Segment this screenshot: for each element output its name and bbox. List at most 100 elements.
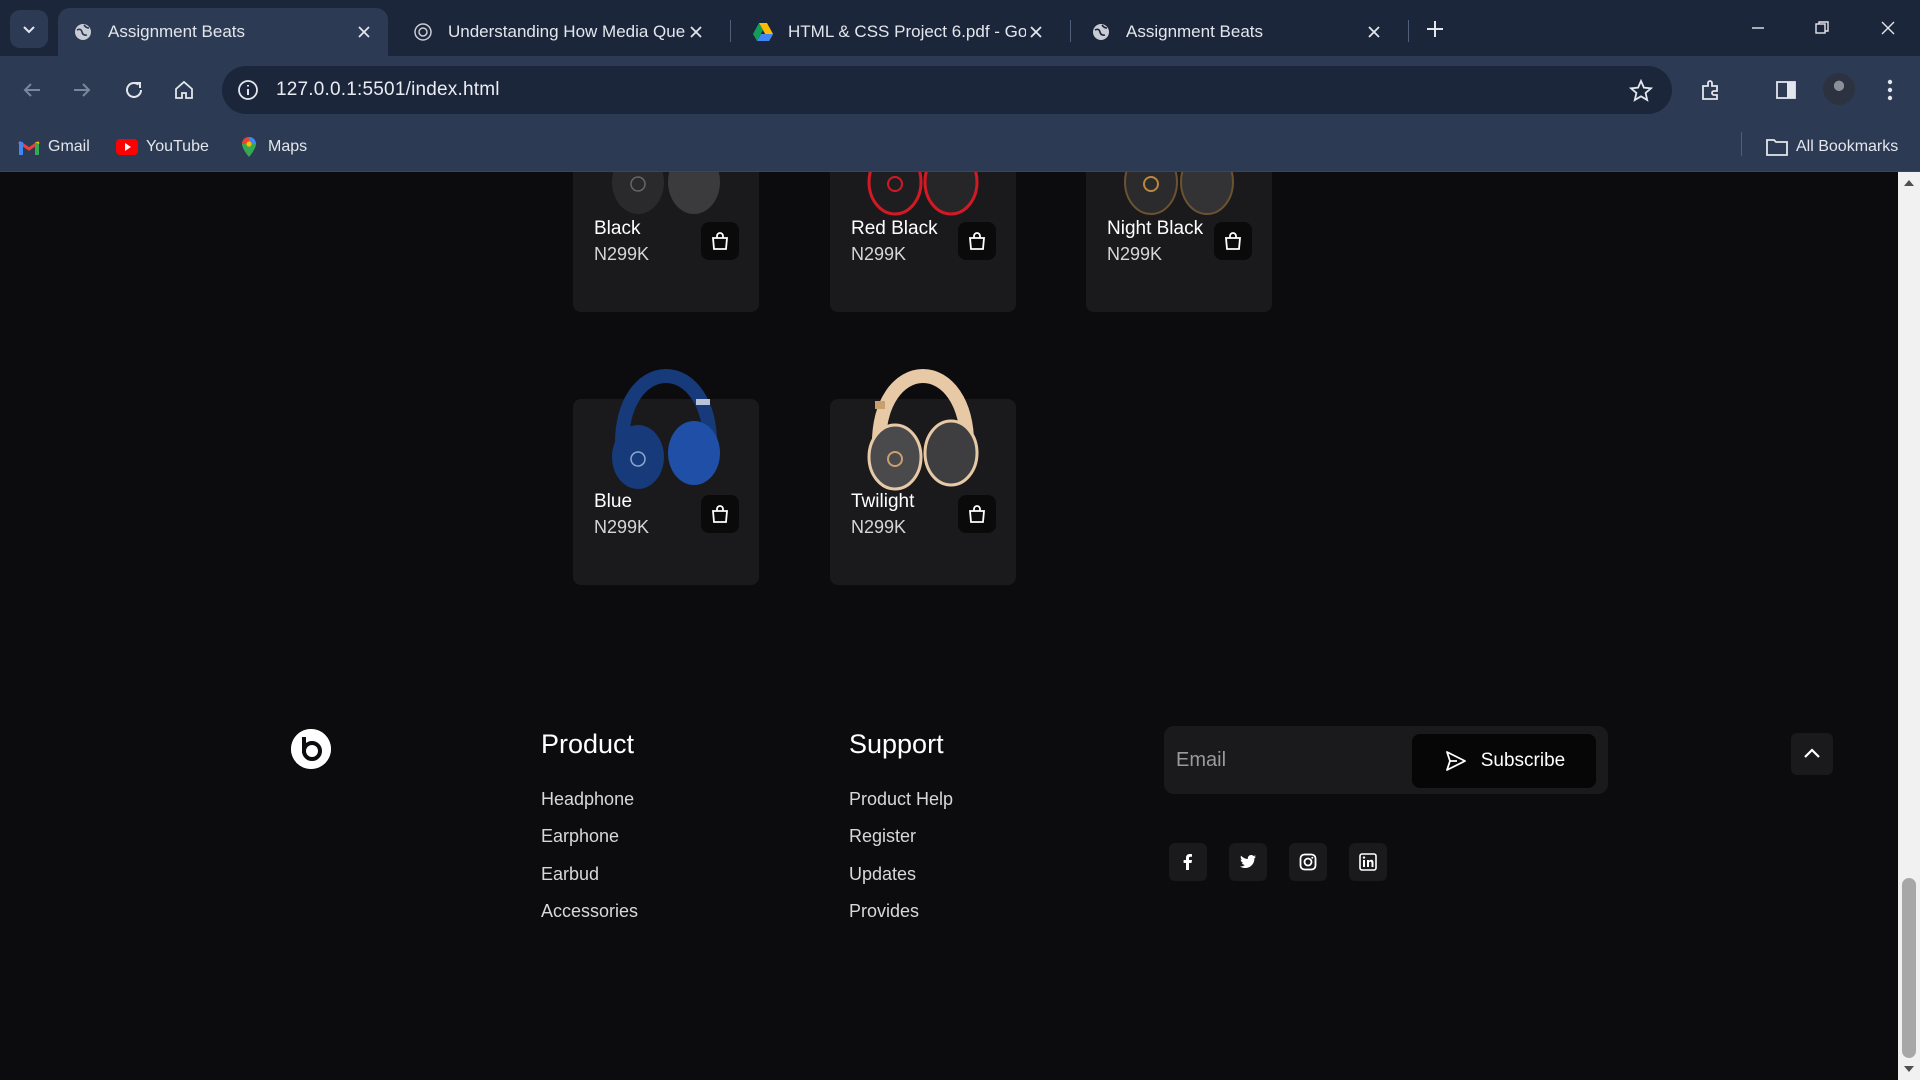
product-name: Night Black [1107, 218, 1204, 239]
facebook-icon [1183, 854, 1192, 870]
bookmark-star-icon[interactable] [1628, 78, 1654, 104]
address-bar[interactable]: 127.0.0.1:5501/index.html [222, 66, 1672, 114]
headphone-image [612, 369, 720, 489]
send-icon [1443, 748, 1469, 774]
side-panel-icon [1776, 81, 1796, 99]
add-to-cart-button[interactable] [701, 222, 739, 260]
subscribe-button[interactable]: Subscribe [1412, 734, 1596, 788]
back-to-top-button[interactable] [1791, 733, 1833, 775]
tab-separator [1070, 20, 1071, 42]
footer-link-updates[interactable]: Updates [849, 864, 916, 885]
add-to-cart-button[interactable] [958, 495, 996, 533]
headphone-image [612, 172, 720, 214]
footer-link-register[interactable]: Register [849, 826, 916, 847]
profile-avatar[interactable] [1823, 73, 1855, 105]
close-icon[interactable] [354, 22, 374, 42]
product-name: Blue [594, 491, 633, 512]
tab-assignment-beats-active[interactable]: Assignment Beats [58, 8, 388, 56]
bookmark-youtube[interactable]: YouTube [116, 136, 209, 158]
bookmarks-bar: Gmail YouTube Maps All Bookmarks [0, 124, 1920, 172]
headphone-image [1124, 172, 1234, 215]
tab-strip: Assignment Beats Understanding How Media… [0, 0, 1920, 56]
puzzle-icon [1702, 80, 1718, 100]
footer-link-product-help[interactable]: Product Help [849, 789, 953, 810]
globe-icon [1090, 21, 1112, 43]
all-bookmarks-button[interactable]: All Bookmarks [1766, 136, 1898, 158]
tab-title: HTML & CSS Project 6.pdf - Googl [788, 22, 1026, 41]
product-card-blue[interactable]: Blue N299K [573, 369, 759, 585]
headphone-image [867, 172, 979, 216]
page-viewport: Black N299K Red Black N299K Night Black … [0, 172, 1898, 1080]
product-card-red-black[interactable]: Red Black N299K [830, 172, 1016, 312]
product-card-twilight[interactable]: Twilight N299K [830, 369, 1016, 585]
instagram-button[interactable] [1289, 843, 1327, 881]
add-to-cart-button[interactable] [1214, 222, 1252, 260]
tab-search-button[interactable] [10, 10, 48, 48]
minimize-button[interactable] [1738, 12, 1778, 44]
subscribe-label: Subscribe [1480, 750, 1566, 771]
footer-product-title: Product [541, 729, 635, 759]
add-to-cart-button[interactable] [701, 495, 739, 533]
tab-media-query[interactable]: Understanding How Media Query [398, 8, 720, 56]
footer-link-accessories[interactable]: Accessories [541, 901, 638, 922]
shopping-bag-icon [1225, 232, 1241, 250]
email-input[interactable] [1176, 738, 1406, 782]
back-button[interactable] [14, 72, 50, 108]
close-icon[interactable] [1026, 22, 1046, 42]
headphone-image [867, 369, 979, 491]
globe-icon [72, 21, 94, 43]
new-tab-button[interactable] [1420, 14, 1450, 44]
home-button[interactable] [166, 72, 202, 108]
linkedin-button[interactable] [1349, 843, 1387, 881]
product-card-black[interactable]: Black N299K [573, 172, 759, 312]
scroll-up-arrow[interactable] [1904, 180, 1914, 186]
plus-icon [1427, 21, 1443, 37]
product-price: N299K [851, 244, 907, 264]
close-icon [1881, 21, 1895, 35]
tab-google-drive-pdf[interactable]: HTML & CSS Project 6.pdf - Googl [738, 8, 1060, 56]
add-to-cart-button[interactable] [958, 222, 996, 260]
close-icon[interactable] [1364, 22, 1384, 42]
footer-link-headphone[interactable]: Headphone [541, 789, 634, 810]
close-window-button[interactable] [1868, 12, 1908, 44]
bookmark-maps[interactable]: Maps [238, 136, 307, 158]
gmail-icon [18, 136, 40, 158]
product-price: N299K [851, 517, 907, 537]
url-text[interactable]: 127.0.0.1:5501/index.html [276, 79, 500, 101]
browser-toolbar: 127.0.0.1:5501/index.html [0, 56, 1920, 124]
extensions-button[interactable] [1695, 74, 1727, 106]
product-price: N299K [1107, 244, 1163, 264]
newsletter-form: Subscribe [1164, 726, 1608, 794]
home-icon [175, 80, 193, 99]
scroll-down-arrow[interactable] [1904, 1066, 1914, 1072]
footer-link-provides[interactable]: Provides [849, 901, 919, 922]
close-icon[interactable] [686, 22, 706, 42]
maps-icon [238, 136, 260, 158]
facebook-button[interactable] [1169, 843, 1207, 881]
minimize-icon [1752, 27, 1764, 29]
forward-button[interactable] [64, 72, 100, 108]
tab-title: Understanding How Media Query [448, 22, 686, 41]
product-card-night-black[interactable]: Night Black N299K [1086, 172, 1272, 312]
scrollbar-thumb[interactable] [1902, 878, 1916, 1058]
product-name: Red Black [851, 218, 938, 239]
bookmark-label: YouTube [146, 138, 209, 155]
beats-logo-icon [291, 729, 331, 769]
footer-link-earbud[interactable]: Earbud [541, 864, 599, 885]
site-info-icon[interactable] [234, 76, 262, 104]
footer-support-title: Support [849, 729, 944, 759]
page-scrollbar[interactable] [1898, 172, 1920, 1080]
shopping-bag-icon [969, 505, 985, 523]
bookmarks-separator [1741, 132, 1742, 156]
tab-assignment-beats[interactable]: Assignment Beats [1076, 8, 1398, 56]
twitter-button[interactable] [1229, 843, 1267, 881]
footer-link-earphone[interactable]: Earphone [541, 826, 619, 847]
menu-button[interactable] [1874, 74, 1906, 106]
bookmark-gmail[interactable]: Gmail [18, 136, 90, 158]
reload-button[interactable] [116, 72, 152, 108]
site-logo-icon [412, 21, 434, 43]
beats-logo[interactable] [291, 729, 331, 769]
side-panel-button[interactable] [1770, 74, 1802, 106]
youtube-icon [116, 136, 138, 158]
restore-button[interactable] [1802, 12, 1842, 44]
